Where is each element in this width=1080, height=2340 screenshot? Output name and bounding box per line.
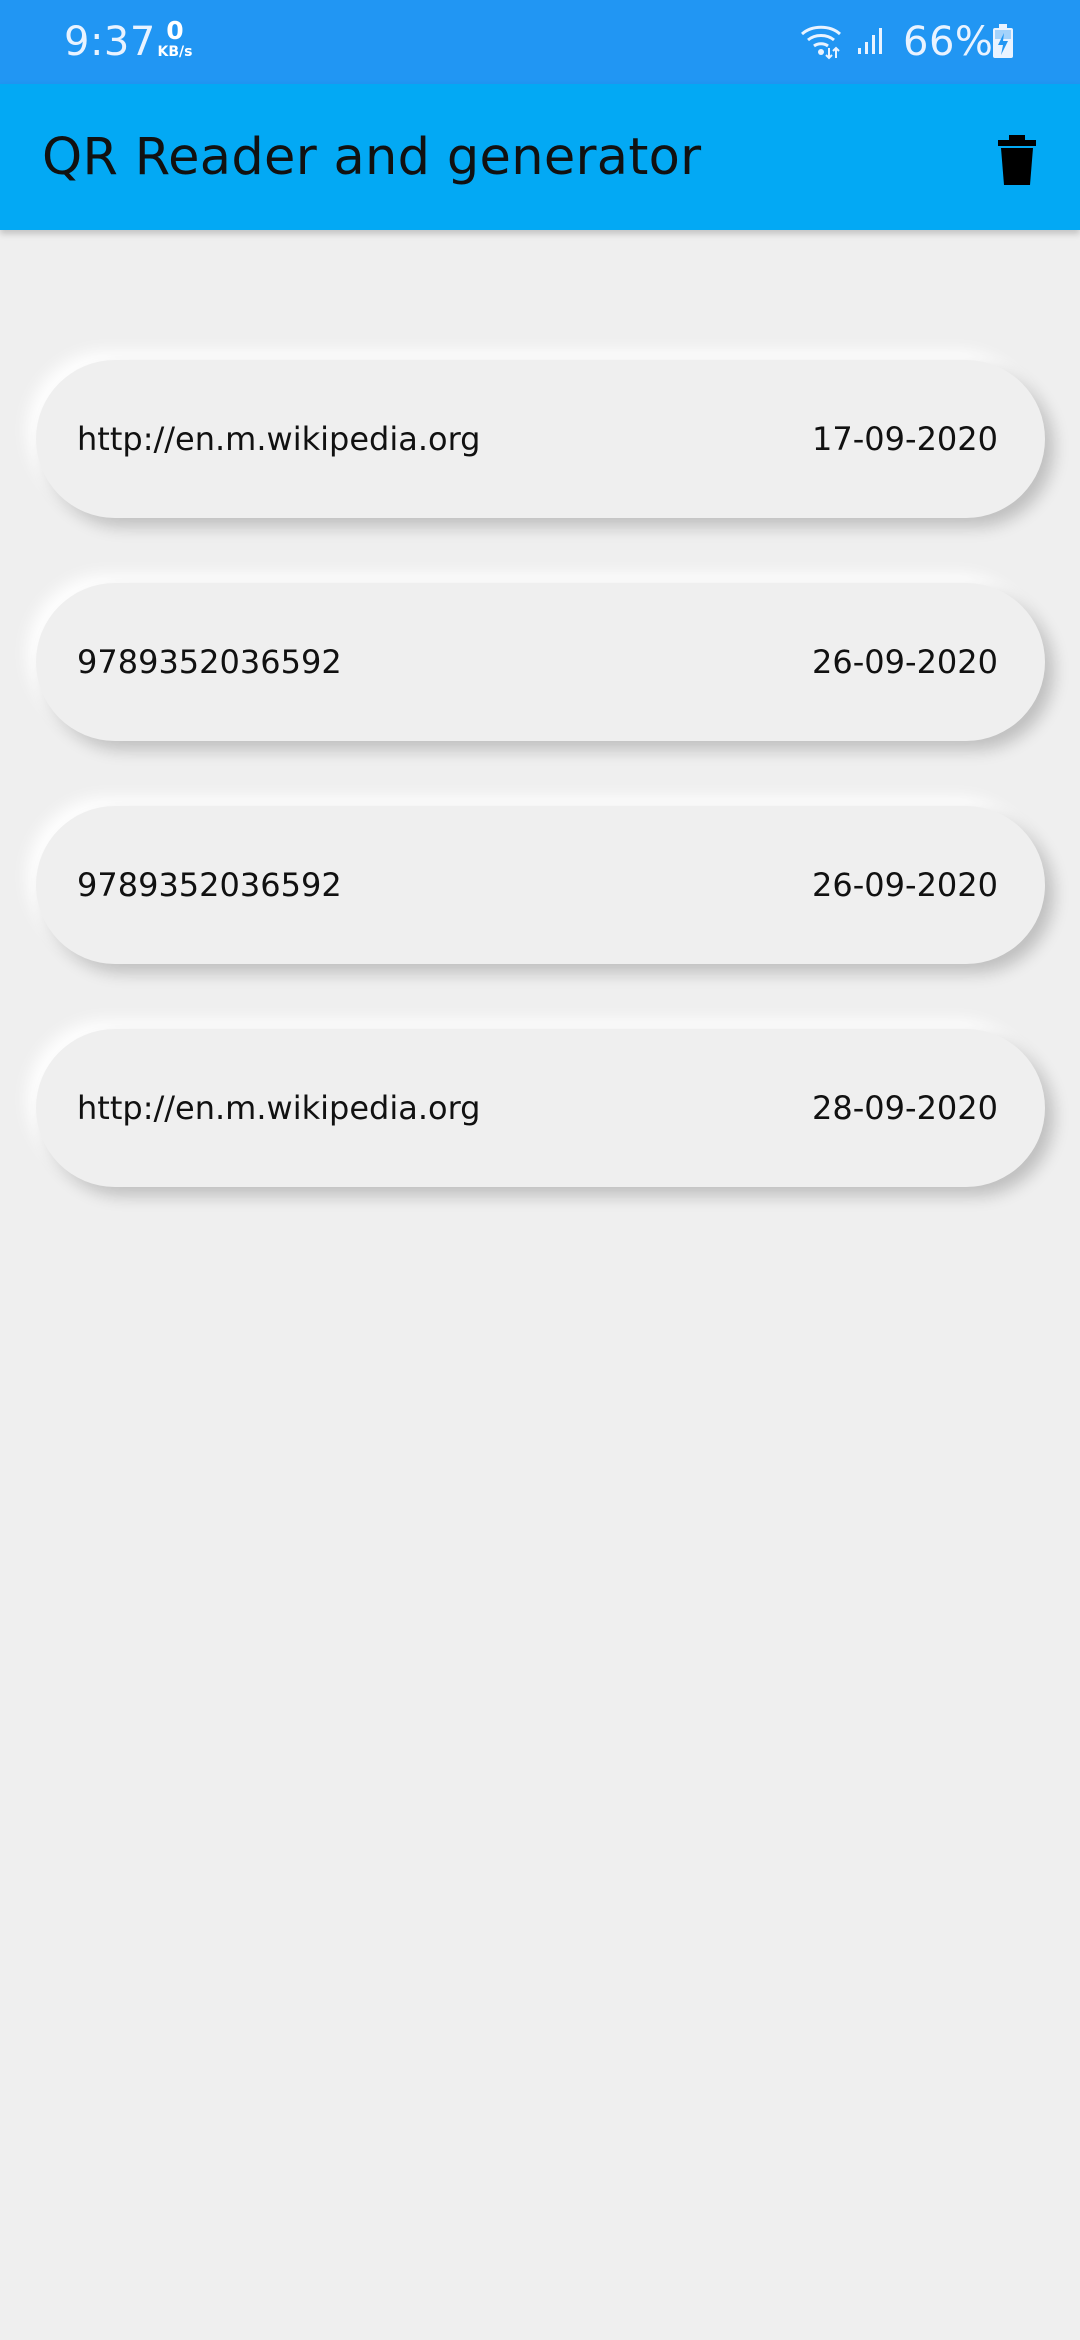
history-item[interactable]: http://en.m.wikipedia.org 28-09-2020 [36, 1029, 1045, 1187]
history-item[interactable]: http://en.m.wikipedia.org 17-09-2020 [36, 360, 1045, 518]
app-bar: QR Reader and generator [0, 84, 1080, 230]
trash-icon [998, 135, 1036, 185]
history-item-date: 26-09-2020 [812, 866, 998, 904]
history-item-content: http://en.m.wikipedia.org [77, 1089, 481, 1127]
history-item-content: 9789352036592 [77, 643, 342, 681]
history-item-date: 28-09-2020 [812, 1089, 998, 1127]
wifi-icon [800, 24, 842, 64]
history-item[interactable]: 9789352036592 26-09-2020 [36, 583, 1045, 741]
history-item-date: 26-09-2020 [812, 643, 998, 681]
network-speed-value: 0 [166, 16, 184, 45]
battery-charging-icon [991, 24, 1015, 64]
network-speed: 0 KB/s [155, 16, 195, 61]
network-speed-unit: KB/s [157, 44, 193, 60]
status-bar: 9:37 0 KB/s 66% [0, 0, 1080, 84]
history-item[interactable]: 9789352036592 26-09-2020 [36, 806, 1045, 964]
app-title: QR Reader and generator [42, 128, 702, 187]
delete-all-button[interactable] [982, 126, 1052, 196]
history-item-content: http://en.m.wikipedia.org [77, 420, 481, 458]
signal-icon [856, 26, 886, 60]
status-time: 9:37 [64, 19, 156, 65]
battery-percent: 66% [903, 19, 994, 65]
history-item-content: 9789352036592 [77, 866, 342, 904]
history-item-date: 17-09-2020 [812, 420, 998, 458]
